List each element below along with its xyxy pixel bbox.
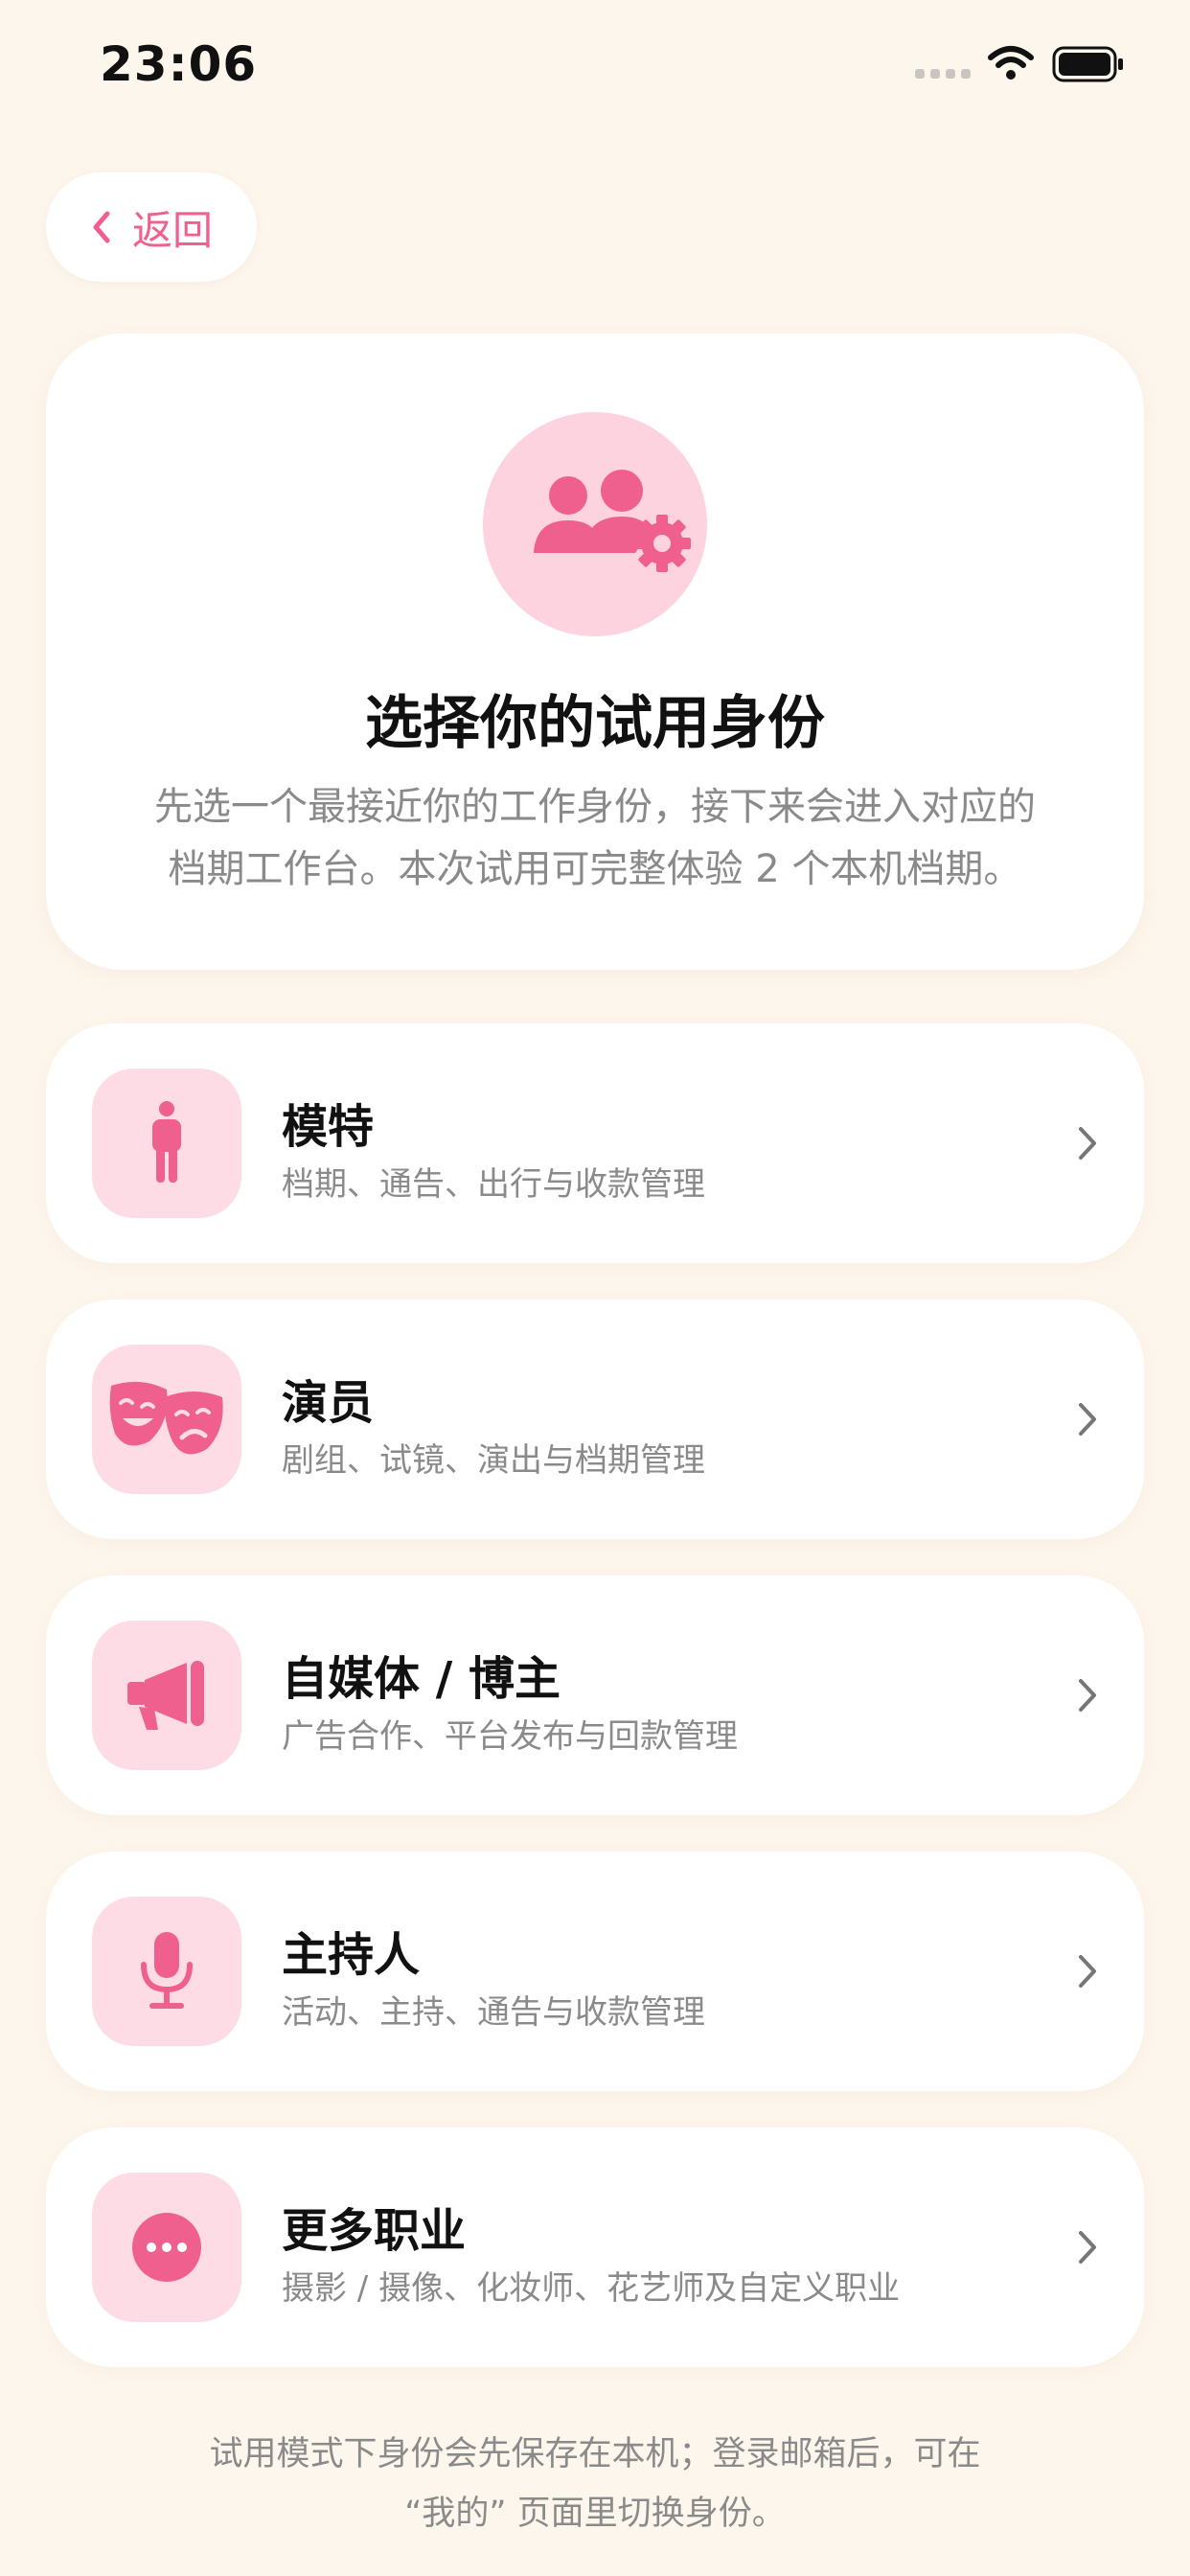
role-icon-box [92, 1621, 241, 1770]
role-icon-box [92, 1069, 241, 1218]
theater-masks-icon [109, 1381, 223, 1455]
role-title: 主持人 [282, 1928, 421, 1982]
status-time: 23:06 [100, 36, 258, 92]
wifi-icon [988, 46, 1034, 80]
footer-line-2: “我的” 页面里切换身份。 [404, 2495, 786, 2533]
megaphone-icon [127, 1661, 204, 1730]
description-line-1: 先选一个最接近你的工作身份，接下来会进入对应的 [154, 785, 1036, 829]
role-card-blogger[interactable]: 自媒体 / 博主 广告合作、平台发布与回款管理 [46, 1576, 1144, 1815]
chevron-left-icon [93, 211, 110, 243]
role-icon-box [92, 2173, 241, 2322]
chevron-right-icon [1079, 2231, 1096, 2264]
cellular-signal-icon [915, 69, 971, 79]
page-title: 选择你的试用身份 [365, 690, 825, 757]
role-card-actor[interactable]: 演员 剧组、试镜、演出与档期管理 [46, 1300, 1144, 1539]
more-dots-icon [132, 2213, 201, 2282]
role-icon-box [92, 1345, 241, 1494]
role-title: 演员 [282, 1376, 375, 1430]
role-title: 自媒体 / 博主 [282, 1652, 561, 1706]
chevron-right-icon [1079, 1127, 1096, 1160]
chevron-right-icon [1079, 1403, 1096, 1436]
role-card-host[interactable]: 主持人 活动、主持、通告与收款管理 [46, 1852, 1144, 2091]
hero-card: 选择你的试用身份 先选一个最接近你的工作身份，接下来会进入对应的 档期工作台。本… [46, 334, 1144, 970]
battery-icon [1052, 46, 1123, 82]
role-card-model[interactable]: 模特 档期、通告、出行与收款管理 [46, 1024, 1144, 1263]
chevron-right-icon [1079, 1679, 1096, 1712]
footer-line-1: 试用模式下身份会先保存在本机；登录邮箱后，可在 [209, 2435, 981, 2473]
role-title: 模特 [282, 1100, 375, 1154]
page-description: 先选一个最接近你的工作身份，接下来会进入对应的 档期工作台。本次试用可完整体验 … [84, 776, 1106, 901]
back-label: 返回 [131, 206, 213, 254]
description-line-2: 档期工作台。本次试用可完整体验 2 个本机档期。 [168, 847, 1022, 891]
back-button[interactable]: 返回 [46, 172, 257, 282]
role-subtitle: 摄影 / 摄像、化妆师、花艺师及自定义职业 [282, 2269, 901, 2308]
chevron-right-icon [1079, 1955, 1096, 1988]
role-subtitle: 活动、主持、通告与收款管理 [282, 1993, 705, 2032]
hero-icon-circle [483, 412, 707, 636]
status-bar: 23:06 [0, 0, 1190, 134]
footer-note: 试用模式下身份会先保存在本机；登录邮箱后，可在 “我的” 页面里切换身份。 [96, 2425, 1094, 2543]
role-card-more[interactable]: 更多职业 摄影 / 摄像、化妆师、花艺师及自定义职业 [46, 2128, 1144, 2367]
microphone-icon [141, 1932, 193, 2009]
role-title: 更多职业 [282, 2204, 467, 2258]
role-subtitle: 档期、通告、出行与收款管理 [282, 1165, 705, 1204]
role-subtitle: 剧组、试镜、演出与档期管理 [282, 1441, 705, 1480]
role-icon-box [92, 1897, 241, 2046]
person-icon [152, 1101, 181, 1183]
role-subtitle: 广告合作、平台发布与回款管理 [282, 1717, 738, 1756]
users-gear-icon [534, 470, 691, 572]
